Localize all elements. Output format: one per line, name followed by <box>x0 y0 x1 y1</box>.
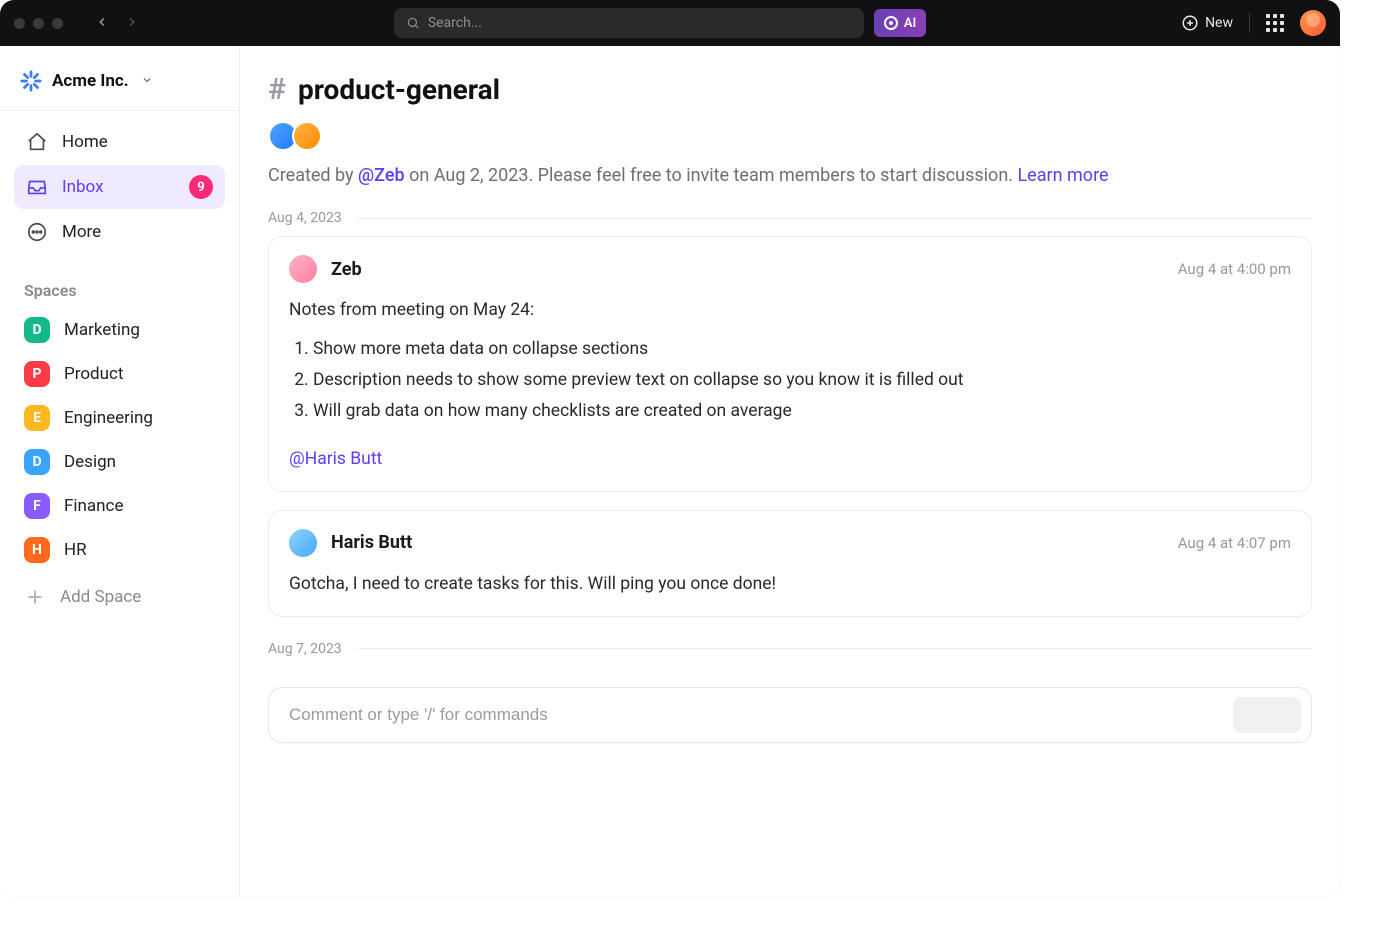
space-label: HR <box>64 540 87 560</box>
space-badge: P <box>24 361 50 387</box>
space-label: Engineering <box>64 408 153 428</box>
space-product[interactable]: P Product <box>0 352 239 396</box>
space-badge: F <box>24 493 50 519</box>
back-button[interactable] <box>95 14 109 33</box>
forward-button[interactable] <box>125 14 139 33</box>
list-item: Will grab data on how many checklists ar… <box>313 396 1291 427</box>
divider <box>1249 13 1250 33</box>
app-window: Search... AI New <box>0 0 1340 896</box>
workspace-name: Acme Inc. <box>52 71 129 91</box>
ai-button[interactable]: AI <box>874 9 926 37</box>
space-label: Finance <box>64 496 123 516</box>
space-badge: D <box>24 449 50 475</box>
message-card[interactable]: Haris Butt Aug 4 at 4:07 pm Gotcha, I ne… <box>268 510 1312 617</box>
zoom-dot[interactable] <box>52 18 63 29</box>
inbox-badge: 9 <box>189 175 213 199</box>
space-finance[interactable]: F Finance <box>0 484 239 528</box>
channel-header: # product-general Created by @Zeb on Aug… <box>240 46 1340 186</box>
nav-home[interactable]: Home <box>14 121 225 163</box>
author-name: Zeb <box>331 259 362 280</box>
profile-avatar[interactable] <box>1300 10 1326 36</box>
channel-name: product-general <box>298 73 500 106</box>
spaces-heading: Spaces <box>0 263 239 308</box>
more-icon <box>26 221 48 243</box>
window-controls <box>14 18 63 29</box>
space-design[interactable]: D Design <box>0 440 239 484</box>
add-space-label: Add Space <box>60 587 141 607</box>
global-search[interactable]: Search... <box>394 8 864 38</box>
search-icon <box>406 16 420 30</box>
date-divider: Aug 4, 2023 <box>268 210 1312 226</box>
date-label: Aug 4, 2023 <box>268 210 342 226</box>
user-mention[interactable]: @Haris Butt <box>289 446 382 473</box>
minimize-dot[interactable] <box>33 18 44 29</box>
new-label: New <box>1205 15 1233 31</box>
hash-icon: # <box>268 72 286 107</box>
space-engineering[interactable]: E Engineering <box>0 396 239 440</box>
apps-button[interactable] <box>1266 14 1284 32</box>
space-label: Design <box>64 452 116 472</box>
comment-composer[interactable] <box>268 687 1312 743</box>
space-badge: H <box>24 537 50 563</box>
space-label: Marketing <box>64 320 140 340</box>
message-list: Show more meta data on collapse sections… <box>313 334 1291 427</box>
ai-label: AI <box>904 16 916 31</box>
space-badge: D <box>24 317 50 343</box>
sidebar: Acme Inc. Home Inbox 9 <box>0 46 240 896</box>
author-name: Haris Butt <box>331 532 412 553</box>
space-marketing[interactable]: D Marketing <box>0 308 239 352</box>
plus-icon <box>24 586 46 608</box>
message-timestamp: Aug 4 at 4:07 pm <box>1178 534 1291 552</box>
space-hr[interactable]: H HR <box>0 528 239 572</box>
comment-input[interactable] <box>289 705 1233 725</box>
message-card[interactable]: Zeb Aug 4 at 4:00 pm Notes from meeting … <box>268 236 1312 492</box>
nav-more[interactable]: More <box>14 211 225 253</box>
ai-icon <box>884 16 898 30</box>
message-timestamp: Aug 4 at 4:00 pm <box>1178 260 1291 278</box>
nav-inbox-label: Inbox <box>62 177 104 197</box>
channel-description: Created by @Zeb on Aug 2, 2023. Please f… <box>268 165 1312 186</box>
date-divider: Aug 7, 2023 <box>268 641 1312 657</box>
member-avatars[interactable] <box>268 121 1312 151</box>
send-button[interactable] <box>1233 697 1301 733</box>
member-avatar <box>292 121 322 151</box>
learn-more-link[interactable]: Learn more <box>1017 165 1108 186</box>
home-icon <box>26 131 48 153</box>
creator-mention[interactable]: @Zeb <box>358 165 405 186</box>
list-item: Description needs to show some preview t… <box>313 365 1291 396</box>
new-button[interactable]: New <box>1181 14 1233 32</box>
workspace-switcher[interactable]: Acme Inc. <box>0 54 239 111</box>
date-label: Aug 7, 2023 <box>268 641 342 657</box>
titlebar: Search... AI New <box>0 0 1340 46</box>
chevron-down-icon <box>141 74 153 89</box>
history-nav <box>95 14 139 33</box>
space-label: Product <box>64 364 123 384</box>
inbox-icon <box>26 176 48 198</box>
message-text: Notes from meeting on May 24: <box>289 297 1291 324</box>
close-dot[interactable] <box>14 18 25 29</box>
space-badge: E <box>24 405 50 431</box>
author-avatar <box>289 255 317 283</box>
author-avatar <box>289 529 317 557</box>
nav-more-label: More <box>62 222 101 242</box>
search-placeholder: Search... <box>428 15 482 31</box>
message-text: Gotcha, I need to create tasks for this.… <box>289 571 1291 598</box>
main-content: # product-general Created by @Zeb on Aug… <box>240 46 1340 896</box>
add-space-button[interactable]: Add Space <box>0 572 239 622</box>
nav-inbox[interactable]: Inbox 9 <box>14 165 225 209</box>
nav-home-label: Home <box>62 132 108 152</box>
workspace-logo-icon <box>20 70 42 92</box>
plus-circle-icon <box>1181 14 1199 32</box>
list-item: Show more meta data on collapse sections <box>313 334 1291 365</box>
